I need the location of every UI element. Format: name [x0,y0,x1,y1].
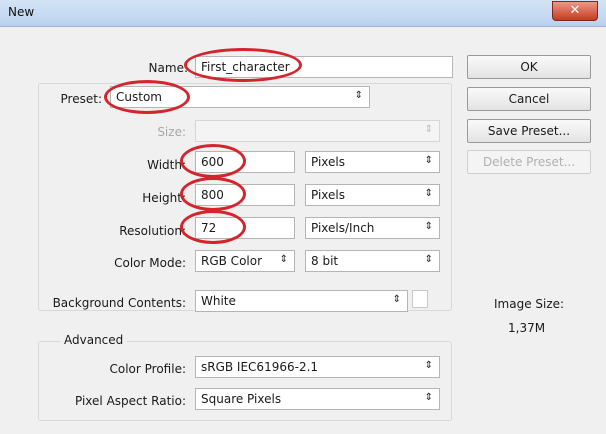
window-title: New [8,5,35,19]
width-field[interactable]: 600 [195,151,295,173]
width-label: Width: [147,158,186,172]
background-contents-select[interactable]: White ⇕ [195,290,408,312]
delete-preset-button[interactable]: Delete Preset... [467,150,591,174]
pixel-aspect-ratio-value: Square Pixels [201,392,282,406]
save-preset-button[interactable]: Save Preset... [467,119,591,143]
updown-arrow-icon: ⇕ [424,360,433,371]
ok-button[interactable]: OK [467,55,591,79]
bit-depth-value: 8 bit [311,254,339,268]
width-unit-select[interactable]: Pixels ⇕ [305,151,440,173]
updown-arrow-icon: ⇕ [424,392,433,403]
updown-arrow-icon: ⇕ [424,155,433,166]
background-color-swatch[interactable] [412,290,428,308]
name-label: Name: [148,61,188,75]
title-bar: New ✕ [0,0,606,27]
width-unit-value: Pixels [311,155,346,169]
image-size-value: 1,37M [508,321,546,335]
bit-depth-select[interactable]: 8 bit ⇕ [305,250,440,272]
cancel-button[interactable]: Cancel [467,87,591,111]
size-label: Size: [157,125,186,139]
resolution-unit-value: Pixels/Inch [311,221,375,235]
resolution-unit-select[interactable]: Pixels/Inch ⇕ [305,217,440,239]
resolution-field[interactable]: 72 [195,217,295,239]
background-contents-label: Background Contents: [52,296,186,310]
preset-select[interactable]: Custom ⇕ [110,86,370,108]
color-profile-label: Color Profile: [109,362,187,376]
color-mode-value: RGB Color [201,254,263,268]
pixel-aspect-ratio-select[interactable]: Square Pixels ⇕ [195,388,440,410]
height-unit-select[interactable]: Pixels ⇕ [305,184,440,206]
updown-arrow-icon: ⇕ [424,254,433,265]
preset-label: Preset: [60,92,102,106]
preset-value: Custom [116,90,162,104]
pixel-aspect-ratio-label: Pixel Aspect Ratio: [75,394,186,408]
height-unit-value: Pixels [311,188,346,202]
resolution-label: Resolution: [119,224,186,238]
image-size-label: Image Size: [494,297,565,311]
updown-arrow-icon: ⇕ [354,90,363,101]
height-field[interactable]: 800 [195,184,295,206]
updown-arrow-icon: ⇕ [424,188,433,199]
name-field[interactable]: First_character [195,56,453,78]
size-select[interactable]: ⇕ [195,120,440,142]
updown-arrow-icon: ⇕ [392,294,401,305]
close-button[interactable]: ✕ [552,1,598,21]
color-mode-label: Color Mode: [114,256,186,270]
updown-arrow-icon: ⇕ [424,124,433,135]
background-contents-value: White [201,294,236,308]
close-icon: ✕ [569,3,581,18]
height-label: Height: [142,191,186,205]
advanced-heading: Advanced [60,333,128,347]
color-mode-select[interactable]: RGB Color ⇕ [195,250,295,272]
color-profile-value: sRGB IEC61966-2.1 [201,360,319,374]
updown-arrow-icon: ⇕ [279,254,288,265]
updown-arrow-icon: ⇕ [424,221,433,232]
color-profile-select[interactable]: sRGB IEC61966-2.1 ⇕ [195,356,440,378]
